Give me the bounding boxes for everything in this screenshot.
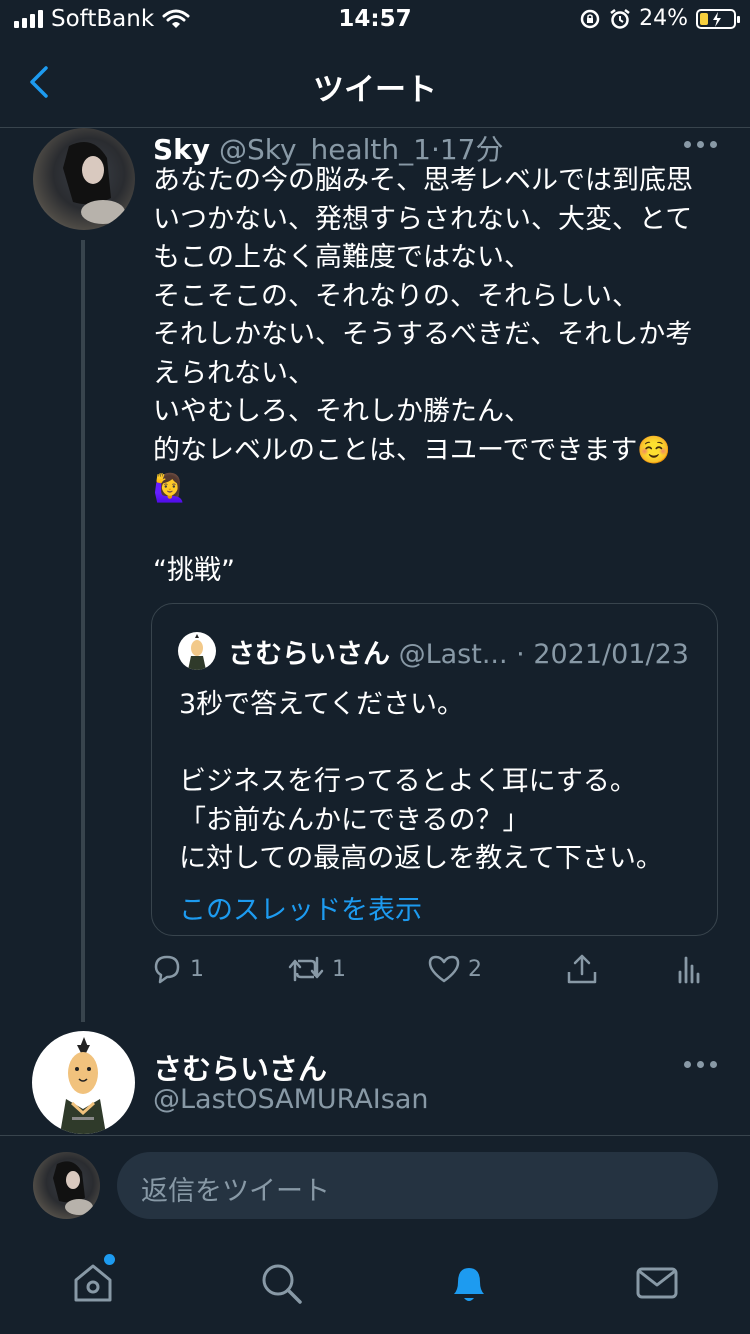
home-icon[interactable] [70, 1260, 116, 1306]
quoted-text: 3秒で答えてください。 ビジネスを行ってるとよく耳にする。 「お前なんかにできる… [179, 686, 663, 879]
like-count: 2 [468, 956, 482, 982]
share-icon [567, 954, 597, 984]
quoted-avatar [178, 632, 216, 670]
reply-count: 1 [190, 956, 204, 982]
rotation-lock-icon [580, 9, 600, 28]
tweet-text: あなたの今の脳みそ、思考レベルでは到底思 いつかない、発想すらされない、大変、と… [153, 162, 728, 509]
tweet-line: 🙋‍♀️ [153, 473, 187, 504]
quoted-line: 3秒で答えてください。 [179, 689, 465, 720]
page-title: ツイート [313, 72, 437, 108]
divider [0, 1135, 750, 1136]
more-options-icon[interactable] [684, 141, 720, 151]
tweet-quote-comment: “挑戦” [153, 555, 235, 586]
next-tweet-avatar[interactable] [32, 1031, 135, 1134]
thread-line [81, 240, 85, 1022]
retweet-count: 1 [332, 956, 346, 982]
battery-icon [696, 8, 740, 29]
tweet-line: えられない、 [153, 357, 315, 389]
quoted-author-name: さむらいさん [228, 639, 390, 670]
search-icon[interactable] [258, 1260, 304, 1306]
reply-placeholder: 返信をツイート [141, 1176, 330, 1207]
alarm-icon [610, 8, 630, 29]
quoted-line [179, 725, 663, 764]
show-thread-link[interactable]: このスレッドを表示 [179, 888, 422, 927]
quoted-meta: @Last... · 2021/01/23 [390, 639, 689, 670]
tweet-line: もこの上なく高難度ではない、 [153, 242, 531, 273]
next-tweet-handle: @LastOSAMURAIsan [153, 1084, 429, 1115]
reply-button[interactable]: 1 [150, 952, 204, 986]
tweet-line: いつかない、発想すらされない、大変、とて [153, 203, 693, 235]
reply-icon [154, 955, 180, 984]
quoted-line: ビジネスを行ってるとよく耳にする。 [179, 766, 637, 797]
status-bar: SoftBank 14:57 24% [0, 0, 750, 42]
tweet-line: 的なレベルのことは、ヨユーでできます☺️ [153, 434, 671, 466]
quoted-line: に対しての最高の返しを教えて下さい。 [179, 843, 663, 874]
quoted-tweet-card[interactable]: さむらいさん @Last... · 2021/01/23 3秒で答えてください。… [151, 603, 718, 936]
tweet-line: そこそこの、それなりの、それらしい、 [153, 280, 639, 312]
tweet-line: それしかない、そうするべきだ、それしか考 [153, 319, 693, 350]
retweet-button[interactable]: 1 [286, 952, 346, 986]
notifications-icon[interactable] [446, 1260, 492, 1306]
analytics-icon [678, 956, 700, 984]
heart-icon [428, 955, 460, 983]
battery-percent: 24% [639, 6, 688, 31]
more-options-icon[interactable] [684, 1061, 720, 1071]
tweet-line: あなたの今の脳みそ、思考レベルでは到底思 [153, 165, 693, 196]
like-button[interactable]: 2 [426, 952, 482, 986]
quoted-line: 「お前なんかにできるの？」 [179, 804, 530, 836]
next-tweet-author-name[interactable]: さむらいさん [153, 1046, 327, 1088]
tweet-line: いやむしろ、それしか勝たん、 [153, 396, 531, 427]
nav-bar: ツイート [0, 42, 750, 128]
analytics-button[interactable] [674, 952, 704, 988]
messages-icon[interactable] [634, 1260, 680, 1306]
retweet-icon [288, 956, 324, 982]
share-button[interactable] [564, 952, 600, 988]
home-notification-dot [104, 1254, 115, 1265]
status-right: 24% [579, 6, 740, 31]
avatar[interactable] [33, 128, 135, 230]
quoted-header: さむらいさん @Last... · 2021/01/23 [228, 632, 689, 671]
reply-input[interactable]: 返信をツイート [117, 1152, 718, 1219]
tweet-actions: 1 1 2 [150, 952, 710, 992]
my-avatar [33, 1152, 100, 1219]
